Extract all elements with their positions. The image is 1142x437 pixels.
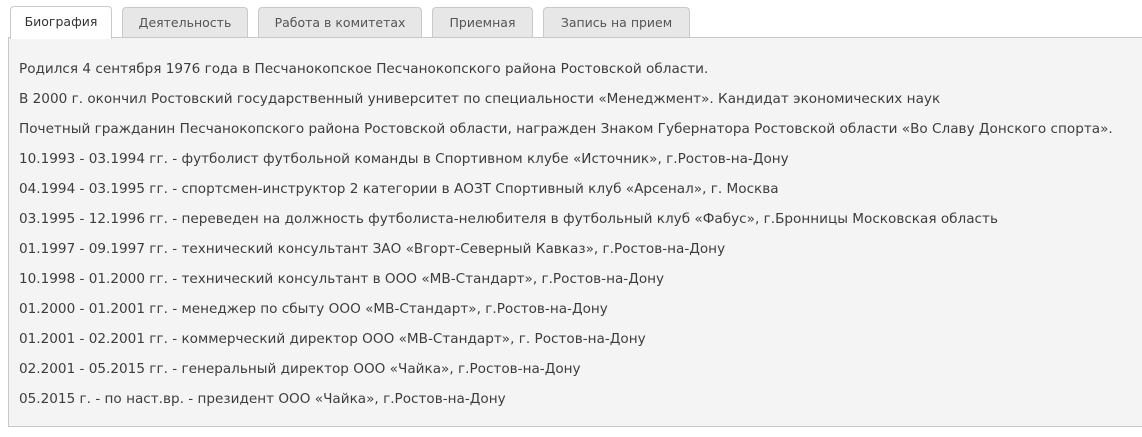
tab-committee-work[interactable]: Работа в комитетах bbox=[258, 7, 422, 37]
biography-panel: Родился 4 сентября 1976 года в Песчаноко… bbox=[8, 37, 1142, 427]
biography-line: В 2000 г. окончил Ростовский государстве… bbox=[19, 91, 941, 107]
biography-line: 04.1994 - 03.1995 гг. - спортсмен-инстру… bbox=[19, 181, 779, 197]
biography-line: 10.1993 - 03.1994 гг. - футболист футбол… bbox=[19, 151, 789, 167]
biography-line: 01.1997 - 09.1997 гг. - технический конс… bbox=[19, 241, 726, 257]
tab-activity[interactable]: Деятельность bbox=[122, 7, 248, 37]
biography-line: 02.2001 - 05.2015 гг. - генеральный дире… bbox=[19, 361, 581, 377]
tab-biography[interactable]: Биография bbox=[10, 6, 112, 39]
biography-line: 01.2000 - 01.2001 гг. - менеджер по сбыт… bbox=[19, 301, 608, 317]
biography-line: Почетный гражданин Песчанокопского район… bbox=[19, 121, 1113, 137]
tab-reception[interactable]: Приемная bbox=[432, 7, 533, 37]
tab-bar: Биография Деятельность Работа в комитета… bbox=[8, 6, 1142, 39]
tab-appointment[interactable]: Запись на прием bbox=[543, 7, 690, 37]
biography-line: 10.1998 - 01.2000 гг. - технический конс… bbox=[19, 271, 665, 287]
biography-line: 05.2015 г. - по наст.вр. - президент ООО… bbox=[19, 391, 506, 407]
biography-line: Родился 4 сентября 1976 года в Песчаноко… bbox=[19, 61, 709, 77]
biography-line: 03.1995 - 12.1996 гг. - переведен на дол… bbox=[19, 211, 998, 227]
biography-line: 01.2001 - 02.2001 гг. - коммерческий дир… bbox=[19, 331, 646, 347]
